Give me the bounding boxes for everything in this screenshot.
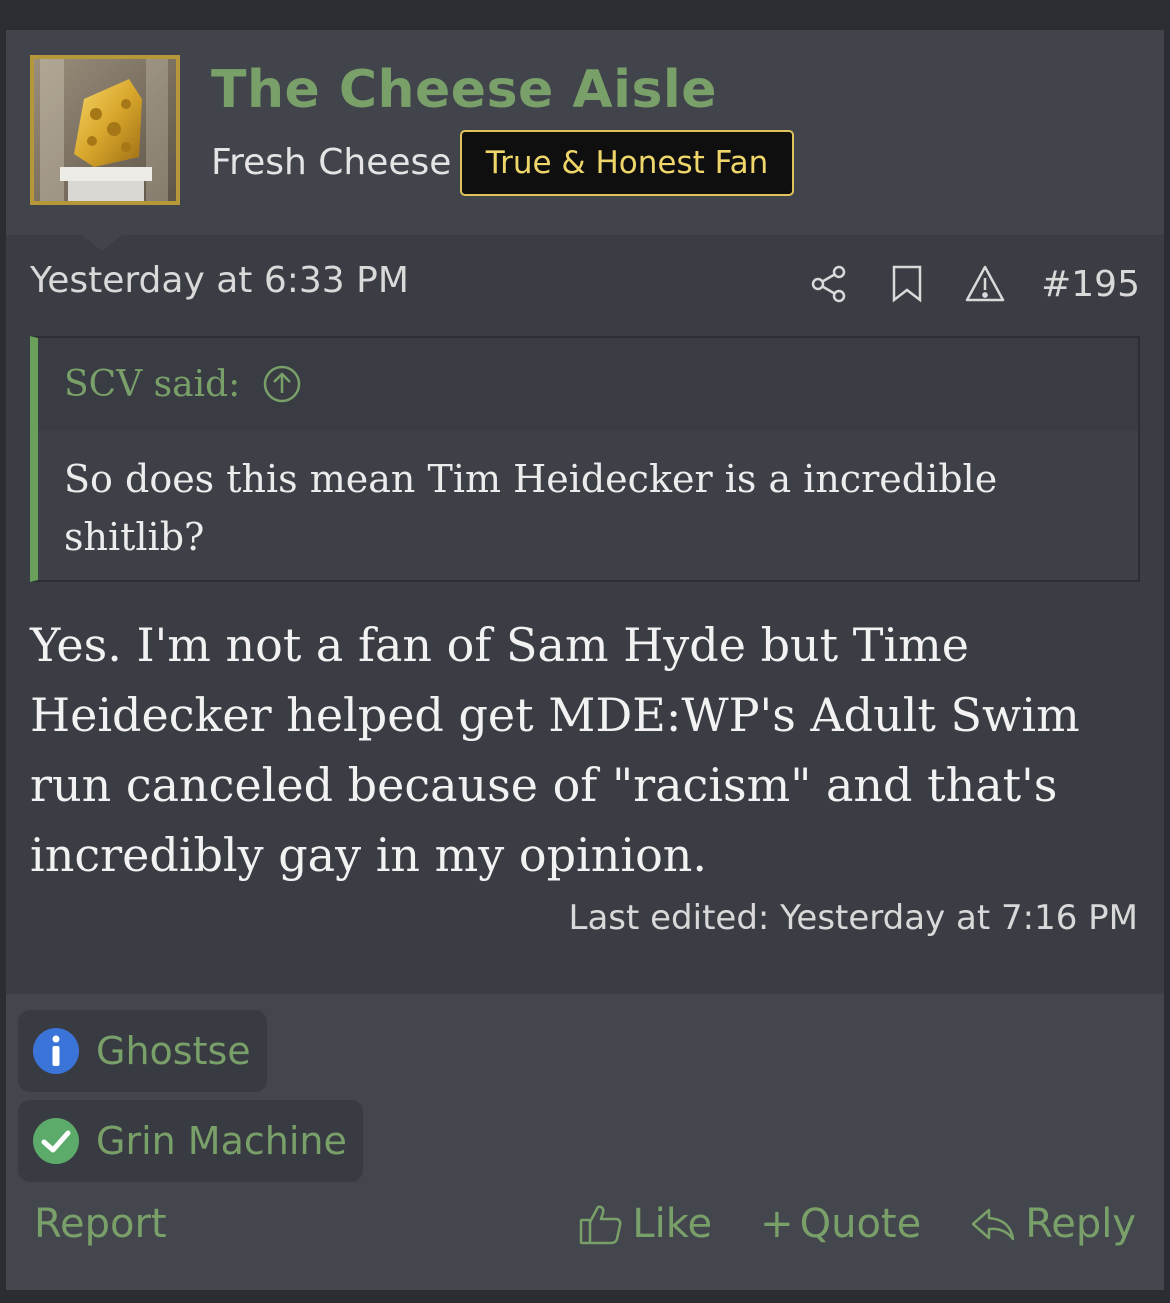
username[interactable]: The Cheese Aisle [211, 60, 717, 120]
like-button[interactable]: Like [578, 1201, 712, 1247]
post-meta-actions: #195 [807, 260, 1140, 308]
quote-author[interactable]: SCV said: [64, 364, 240, 405]
reaction-label: Grin Machine [96, 1119, 347, 1163]
user-banner: True & Honest Fan [460, 130, 794, 196]
avatar[interactable] [30, 55, 180, 205]
reply-label: Reply [1025, 1201, 1136, 1247]
post-message: Yes. I'm not a fan of Sam Hyde but Time … [30, 618, 1080, 882]
cheese-trophy-icon [34, 59, 176, 201]
plus-icon: + [760, 1201, 794, 1247]
reaction-grin-machine[interactable]: Grin Machine [18, 1100, 363, 1182]
top-strip [0, 0, 1170, 30]
quote-label: Quote [799, 1201, 922, 1247]
post-footer: Ghostse Grin Machine Report Like + Quote [6, 994, 1164, 1290]
thumbs-up-icon [580, 1205, 622, 1245]
post-actions-bar: Report Like + Quote Reply [34, 1194, 1136, 1254]
report-warning-icon[interactable] [963, 262, 1007, 306]
last-edited: Last edited: Yesterday at 7:16 PM [568, 898, 1139, 938]
report-link[interactable]: Report [34, 1201, 530, 1247]
quote-header[interactable]: SCV said: [38, 338, 1138, 430]
reaction-ghostse[interactable]: Ghostse [18, 1010, 267, 1092]
post-container: The Cheese Aisle Fresh Cheese True & Hon… [6, 30, 1164, 1290]
check-icon [33, 1118, 79, 1164]
like-label: Like [632, 1201, 713, 1247]
quote-text: So does this mean Tim Heidecker is a inc… [64, 457, 998, 559]
quote-block: SCV said: So does this mean Tim Heidecke… [30, 336, 1140, 582]
share-icon[interactable] [807, 262, 851, 306]
user-title: Fresh Cheese [211, 142, 452, 183]
arrow-up-circle-icon[interactable] [262, 364, 302, 404]
reaction-label: Ghostse [96, 1029, 251, 1073]
header-pointer [82, 235, 122, 251]
info-icon [33, 1028, 79, 1074]
post-number[interactable]: #195 [1041, 264, 1140, 305]
reply-arrow-icon [971, 1208, 1015, 1241]
reply-button[interactable]: Reply [969, 1201, 1136, 1247]
post-date[interactable]: Yesterday at 6:33 PM [30, 260, 409, 301]
bookmark-icon[interactable] [885, 262, 929, 306]
quote-button[interactable]: + Quote [760, 1201, 921, 1247]
post-user-header: The Cheese Aisle Fresh Cheese True & Hon… [6, 30, 1164, 235]
